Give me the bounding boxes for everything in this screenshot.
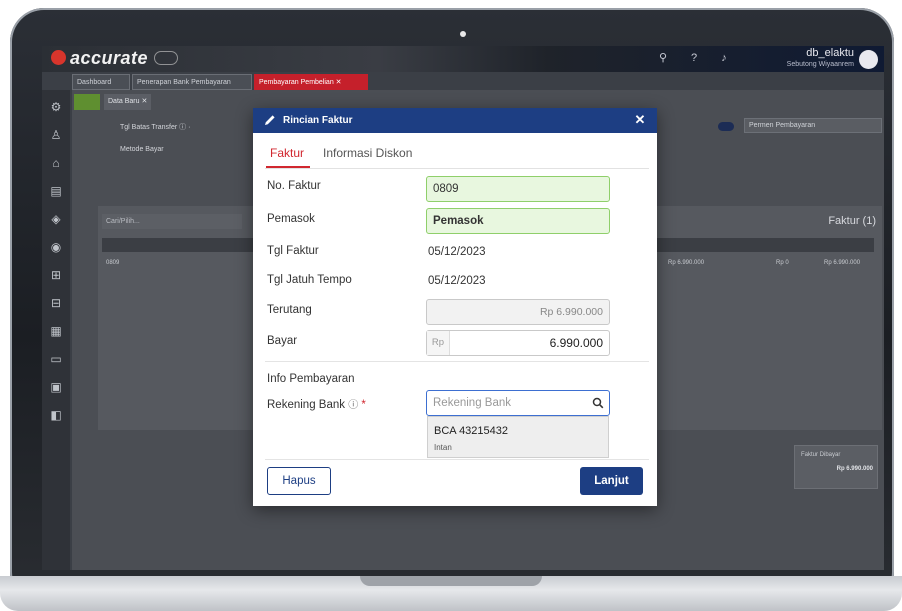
gear-icon[interactable]: ⚙ [49,100,63,114]
terutang-value: Rp 6.990.000 [539,306,603,318]
option-account: BCA 43215432 [434,425,509,437]
metode-bayar-label: Metode Bayar [120,146,164,153]
bank-icon[interactable]: ⌂ [49,156,63,170]
subtab-close-icon[interactable]: ✕ [141,98,147,105]
search-icon[interactable] [592,397,604,409]
rekening-bank-input[interactable]: Rekening Bank [426,390,610,416]
purchase-icon[interactable]: ⊟ [49,296,63,310]
help-icon[interactable]: ? [688,52,700,64]
rekening-bank-placeholder: Rekening Bank [433,397,511,409]
terutang-field: Rp 6.990.000 [426,299,610,325]
money-icon[interactable]: ▭ [49,352,63,366]
subtab-data-baru[interactable]: Data Baru ✕ [104,94,152,110]
tab-pembayaran-pembelian[interactable]: Pembayaran Pembelian ✕ [254,74,368,90]
summary-box: Faktur Dibayar Rp 6.990.000 [794,445,878,489]
faktur-count: Faktur (1) [828,215,876,227]
tab-divider [265,168,649,169]
webcam-dot [460,31,466,37]
modal-header: Rincian Faktur ✕ [253,108,657,133]
no-faktur-value: 0809 [433,183,459,195]
pemasok-value: Pemasok [433,215,484,227]
app-header: accurate ⚲ ? ♪ db_elaktu Sebutong Wiyaan… [42,46,884,72]
bell-icon[interactable]: ♪ [718,52,730,64]
coin-icon[interactable]: ◉ [49,240,63,254]
required-marker: * [361,399,366,411]
cloud-icon [154,51,178,65]
bayar-value: 6.990.000 [549,336,603,350]
bayar-input[interactable]: Rp 6.990.000 [426,330,610,356]
tgl-faktur-value: 05/12/2023 [428,246,486,258]
tab-label: Dashboard [77,79,112,86]
accurate-logo-icon [51,50,66,65]
avatar[interactable] [859,50,878,69]
user-subtitle: Sebutong Wiyaanrem [786,61,854,68]
tgl-jatuh-tempo-label: Tgl Jatuh Tempo [267,274,352,286]
terutang-label: Terutang [267,304,312,316]
footer-divider [265,459,649,460]
info-icon[interactable]: ⓘ [348,400,358,411]
info-pembayaran-title: Info Pembayaran [267,373,355,385]
finance-icon[interactable]: ◈ [49,212,63,226]
app-logo: accurate [70,48,149,68]
tab-label: Penerapan Bank Pembayaran [137,79,231,86]
sidebar: ⚙ ♙ ⌂ ▤ ◈ ◉ ⊞ ⊟ ▦ ▭ ▣ ◧ [42,90,70,570]
tgl-jatuh-tempo-value: 05/12/2023 [428,275,486,287]
invoice-search-input[interactable]: Cari/Pilih... [102,214,242,229]
bayar-label: Bayar [267,335,298,347]
hapus-button[interactable]: Hapus [267,467,331,495]
option-holder: Intan [434,443,452,452]
user-name: db_elaktu [806,47,854,59]
new-data-button[interactable] [74,94,100,110]
close-icon[interactable]: ✕ [633,112,647,128]
book-icon[interactable]: ▤ [49,184,63,198]
subtab-label: Data Baru [108,98,140,105]
tab-dashboard[interactable]: Dashboard [72,74,130,90]
laptop-notch [360,576,542,586]
report-icon[interactable]: ▣ [49,380,63,394]
summary-value: Rp 6.990.000 [836,466,873,472]
inventory-icon[interactable]: ▦ [49,324,63,338]
tab-faktur[interactable]: Faktur [270,146,304,160]
rekening-bank-label: Rekening Bank ⓘ * [267,396,366,411]
no-faktur-label: No. Faktur [267,180,321,192]
no-faktur-field[interactable]: 0809 [426,176,610,202]
rekening-bank-label-text: Rekening Bank [267,399,345,411]
summary-label: Faktur Dibayar [801,452,841,458]
mode-select-value: Permen Pembayaran [749,122,816,129]
tab-informasi-diskon[interactable]: Informasi Diskon [323,146,412,160]
settings-doc-icon[interactable]: ◧ [49,408,63,422]
section-divider [265,361,649,362]
grid-cell-diskon: Rp 0 [776,260,789,266]
tab-close-icon[interactable]: ✕ [336,79,342,86]
pemasok-label: Pemasok [267,213,315,225]
cart-icon[interactable]: ⊞ [49,268,63,282]
modal-title: Rincian Faktur [283,115,353,126]
pencil-icon [265,115,275,125]
bayar-currency-prefix: Rp [427,331,450,355]
tab-penerapan-bank[interactable]: Penerapan Bank Pembayaran [132,74,252,90]
rincian-faktur-modal: Rincian Faktur ✕ Faktur Informasi Diskon… [253,108,657,506]
tab-label: Pembayaran Pembelian [259,79,334,86]
tgl-batas-label: Tgl Batas Transfer ⓘ · [120,124,191,131]
user-menu[interactable]: db_elaktu Sebutong Wiyaanrem [787,48,854,70]
rekening-bank-dropdown: BCA 43215432 Intan [427,416,609,458]
lanjut-button[interactable]: Lanjut [580,467,643,495]
grid-cell-total: Rp 6.990.000 [668,260,705,266]
mode-toggle[interactable] [718,122,734,131]
people-icon[interactable]: ♙ [49,128,63,142]
grid-cell-no: 0809 [106,260,120,266]
tgl-faktur-label: Tgl Faktur [267,245,319,257]
grid-cell-bayar: Rp 6.990.000 [824,260,861,266]
search-icon[interactable]: ⚲ [657,52,669,64]
pemasok-field[interactable]: Pemasok [426,208,610,234]
mode-select[interactable]: Permen Pembayaran [744,118,882,133]
